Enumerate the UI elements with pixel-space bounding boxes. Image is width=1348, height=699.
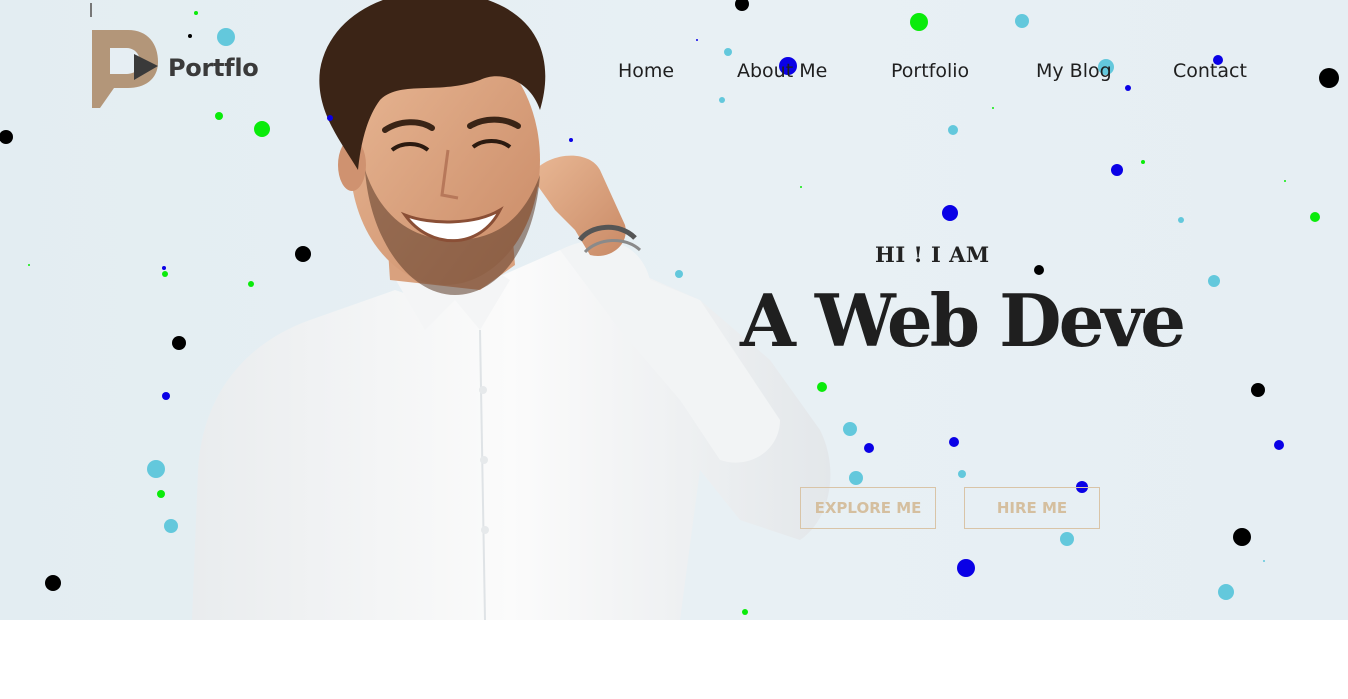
particle-dot	[942, 205, 958, 221]
particle-dot	[992, 107, 994, 109]
below-hero-area	[0, 620, 1348, 699]
logo[interactable]: Portflo	[88, 26, 259, 110]
particle-dot	[1111, 164, 1123, 176]
nav-contact[interactable]: Contact	[1173, 60, 1247, 82]
particle-dot	[164, 519, 178, 533]
logo-icon	[92, 30, 158, 108]
hero-greeting: HI ! I AM	[875, 242, 990, 267]
text-cursor-mark	[90, 3, 92, 17]
particle-dot	[1310, 212, 1320, 222]
nav-my-blog[interactable]: My Blog	[1036, 60, 1112, 82]
particle-dot	[162, 271, 168, 277]
particle-dot	[1060, 532, 1074, 546]
particle-dot	[1015, 14, 1029, 28]
particle-dot	[910, 13, 928, 31]
particle-dot	[1218, 584, 1234, 600]
hire-me-button[interactable]: HIRE ME	[964, 487, 1100, 529]
particle-dot	[1284, 180, 1286, 182]
particle-dot	[157, 490, 165, 498]
hero-headline: A Web Deve	[740, 278, 1186, 363]
particle-dot	[1263, 560, 1265, 562]
hero-section: Portflo Home About Me Portfolio My Blog …	[0, 0, 1348, 620]
particle-dot	[1251, 383, 1265, 397]
logo-text: Portflo	[168, 54, 259, 82]
particle-dot	[1141, 160, 1145, 164]
particle-dot	[1034, 265, 1044, 275]
particle-dot	[1208, 275, 1220, 287]
particle-dot	[1125, 85, 1131, 91]
particle-dot	[162, 392, 170, 400]
nav-portfolio[interactable]: Portfolio	[891, 60, 969, 82]
particle-dot	[958, 470, 966, 478]
particle-dot	[45, 575, 61, 591]
particle-dot	[147, 460, 165, 478]
particle-dot	[948, 125, 958, 135]
particle-dot	[28, 264, 30, 266]
particle-dot	[1233, 528, 1251, 546]
particle-dot	[0, 130, 13, 144]
particle-dot	[1178, 217, 1184, 223]
particle-dot	[949, 437, 959, 447]
particle-dot	[1319, 68, 1339, 88]
particle-dot	[162, 266, 166, 270]
particle-dot	[1274, 440, 1284, 450]
nav-home[interactable]: Home	[618, 60, 674, 82]
particle-dot	[957, 559, 975, 577]
explore-me-button[interactable]: EXPLORE ME	[800, 487, 936, 529]
particle-dot	[864, 443, 874, 453]
nav-about-me[interactable]: About Me	[737, 60, 827, 82]
